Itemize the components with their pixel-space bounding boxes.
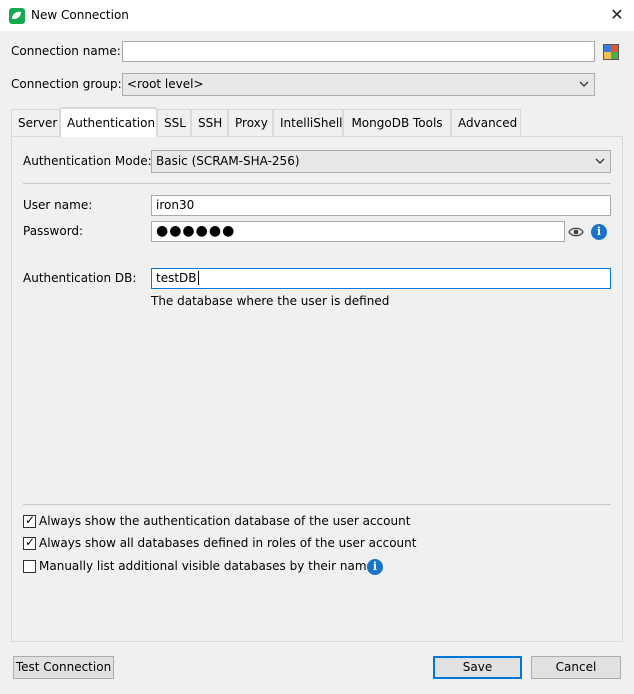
option-label[interactable]: Always show the authentication database … (39, 514, 410, 528)
color-picker-icon[interactable] (603, 44, 619, 60)
tab-intellishell[interactable]: IntelliShell (273, 109, 343, 136)
tab-server[interactable]: Server (11, 109, 60, 136)
checkmark-icon: ✓ (25, 513, 36, 527)
connection-name-label: Connection name: (11, 44, 121, 58)
save-button[interactable]: Save (433, 656, 522, 679)
chevron-down-icon (595, 158, 605, 164)
authdb-label: Authentication DB: (23, 271, 137, 285)
auth-mode-value: Basic (SCRAM-SHA-256) (156, 154, 300, 168)
text-caret (197, 271, 199, 285)
auth-mode-select[interactable]: Basic (SCRAM-SHA-256) (151, 150, 611, 173)
checkbox-box[interactable]: ✓ (23, 535, 36, 550)
authdb-value: testDB (156, 271, 197, 285)
option-label[interactable]: Manually list additional visible databas… (39, 559, 380, 573)
connection-group-value: <root level> (127, 77, 204, 91)
tab-authentication[interactable]: Authentication (60, 107, 157, 137)
close-icon[interactable]: ✕ (606, 4, 628, 26)
username-input[interactable]: iron30 (151, 195, 611, 216)
checkbox-box[interactable]: ✓ (23, 513, 36, 528)
checkbox-box[interactable] (23, 560, 36, 573)
divider (23, 183, 611, 184)
connection-name-input[interactable] (122, 41, 595, 62)
tab-advanced[interactable]: Advanced (451, 109, 521, 136)
eye-icon[interactable] (568, 224, 584, 240)
connection-group-select[interactable]: <root level> (122, 73, 595, 96)
mongodb-leaf-icon (9, 8, 25, 24)
save-label: Save (462, 660, 493, 674)
option-label[interactable]: Always show all databases defined in rol… (39, 536, 416, 550)
password-label: Password: (23, 224, 84, 238)
option-checkbox[interactable] (23, 560, 36, 573)
connection-group-label: Connection group: (11, 77, 122, 91)
password-input[interactable]: ●●●●●● (151, 221, 565, 242)
tab-ssh[interactable]: SSH (191, 109, 228, 136)
authdb-hint: The database where the user is defined (151, 294, 390, 308)
info-icon[interactable]: i (591, 224, 607, 240)
window-title: New Connection (31, 8, 129, 22)
option-checkbox[interactable]: ✓ (23, 535, 36, 550)
cancel-button[interactable]: Cancel (531, 656, 621, 679)
tab-mongodb-tools[interactable]: MongoDB Tools (343, 109, 451, 136)
username-label: User name: (23, 198, 93, 212)
test-connection-label: Test Connection (15, 660, 112, 674)
authdb-input[interactable]: testDB (151, 268, 611, 289)
cancel-label: Cancel (555, 660, 597, 674)
tab-proxy[interactable]: Proxy (228, 109, 273, 136)
chevron-down-icon (579, 81, 589, 87)
checkmark-icon: ✓ (25, 535, 36, 549)
test-connection-button[interactable]: Test Connection (13, 656, 114, 679)
info-icon[interactable]: i (367, 559, 383, 575)
tab-ssl[interactable]: SSL (157, 109, 191, 136)
option-checkbox[interactable]: ✓ (23, 513, 36, 528)
divider (23, 504, 611, 505)
auth-mode-label: Authentication Mode: (23, 154, 152, 168)
